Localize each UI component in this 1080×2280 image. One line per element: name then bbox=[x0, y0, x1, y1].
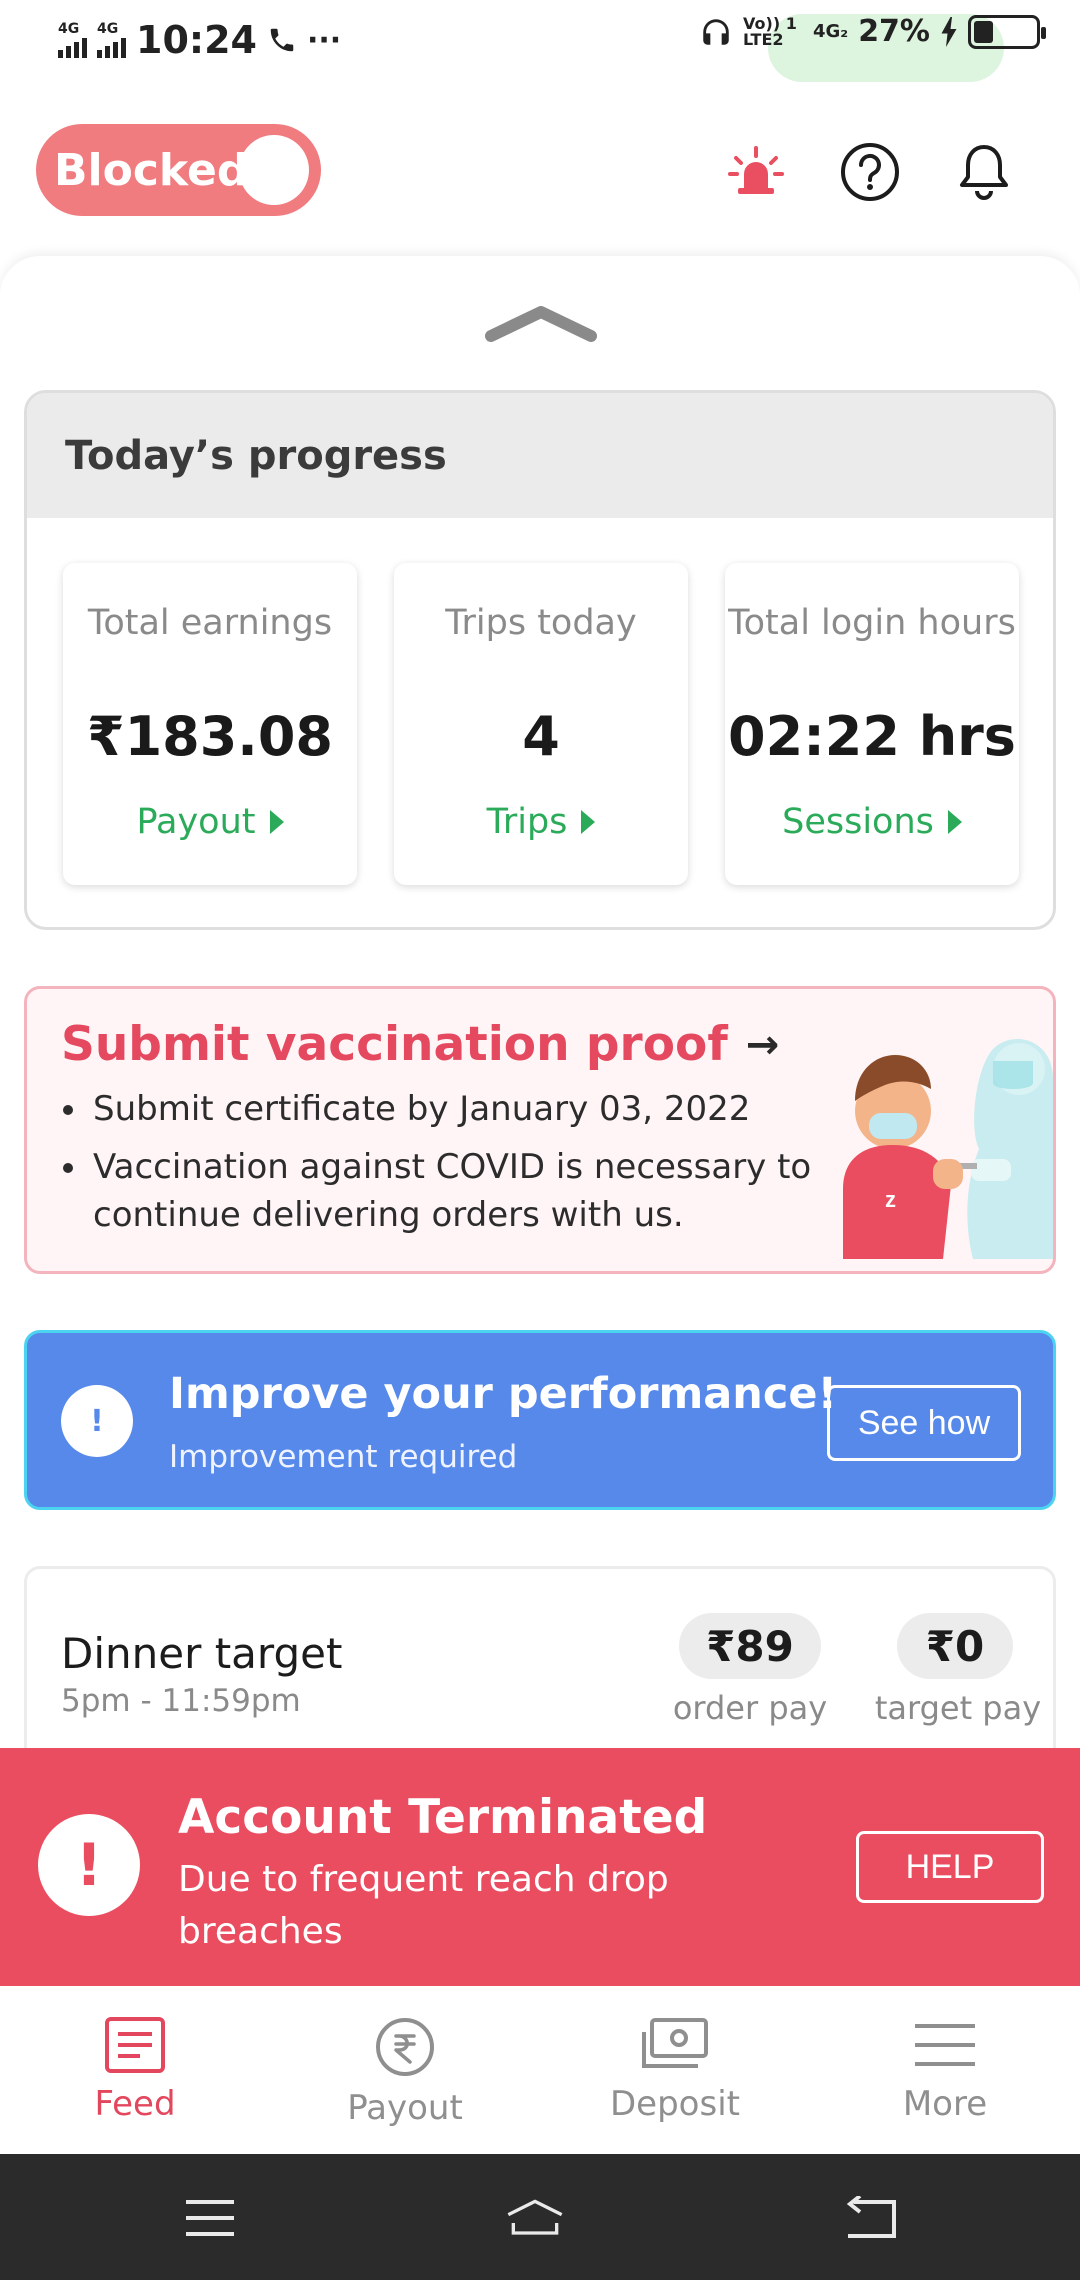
bell-icon[interactable] bbox=[948, 136, 1020, 208]
todays-progress-card: Today’s progress Total earnings ₹183.08 … bbox=[24, 390, 1056, 930]
terminated-message: Due to frequent reach drop breaches bbox=[178, 1859, 669, 1952]
stat-value: 4 bbox=[522, 705, 560, 768]
status-left: 4G 4G 10:24 ··· bbox=[58, 18, 341, 62]
account-terminated-banner: ! Account Terminated Due to frequent rea… bbox=[0, 1748, 1080, 1986]
nav-item-payout[interactable]: Payout bbox=[270, 1986, 540, 2154]
vaccination-title[interactable]: Submit vaccination proof → bbox=[61, 1017, 779, 1072]
target-pay-label: target pay bbox=[874, 1689, 1042, 1727]
nav-label: Feed bbox=[94, 2084, 176, 2124]
stat-label: Trips today bbox=[445, 603, 637, 643]
volte-indicator: Vo)) 1 LTE2 bbox=[743, 13, 797, 49]
progress-title: Today’s progress bbox=[27, 393, 1053, 518]
play-arrow-icon bbox=[947, 810, 962, 834]
trips-link[interactable]: Trips bbox=[394, 802, 688, 842]
see-how-button[interactable]: See how bbox=[827, 1385, 1021, 1461]
list-item: Vaccination against COVID is necessary t… bbox=[61, 1143, 861, 1239]
nav-label: More bbox=[902, 2084, 988, 2124]
terminated-title: Account Terminated bbox=[178, 1790, 708, 1845]
vaccination-illustration: z bbox=[843, 1039, 1053, 1259]
headphones-icon bbox=[703, 18, 729, 45]
back-icon[interactable] bbox=[840, 2188, 900, 2248]
sim2-network: 4G₂ bbox=[813, 21, 849, 42]
performance-title: Improve your performance! bbox=[169, 1369, 838, 1419]
recents-menu-icon[interactable] bbox=[180, 2188, 240, 2248]
target-pay-value: ₹0 bbox=[897, 1613, 1013, 1679]
nav-label: Deposit bbox=[610, 2084, 740, 2124]
cash-icon bbox=[642, 2018, 708, 2068]
status-right: Vo)) 1 LTE2 4G₂ 27% bbox=[699, 13, 1046, 49]
more-status-indicator: ··· bbox=[306, 22, 342, 58]
nav-item-more[interactable]: More bbox=[810, 1986, 1080, 2154]
info-exclamation-icon: ! bbox=[61, 1385, 133, 1457]
signal-bars-icon bbox=[58, 36, 87, 58]
payout-link[interactable]: Payout bbox=[63, 802, 357, 842]
phone-icon bbox=[270, 28, 294, 52]
signal-bars-icon bbox=[97, 36, 126, 58]
signal-sim2: 4G bbox=[97, 22, 126, 58]
dinner-target-card[interactable]: Dinner target 5pm - 11:59pm ₹89 order pa… bbox=[24, 1566, 1056, 1766]
feed-icon bbox=[105, 2017, 165, 2073]
help-icon[interactable] bbox=[834, 136, 906, 208]
sheet-handle-chevron-icon[interactable] bbox=[485, 302, 597, 342]
alert-exclamation-icon: ! bbox=[38, 1814, 140, 1916]
target-time: 5pm - 11:59pm bbox=[61, 1683, 301, 1719]
stat-label: Total login hours bbox=[728, 603, 1016, 643]
signal-sim1: 4G bbox=[58, 22, 87, 58]
nav-label: Payout bbox=[347, 2088, 463, 2128]
battery-percent: 27% bbox=[858, 14, 930, 49]
menu-icon bbox=[915, 2024, 975, 2066]
nav-item-feed[interactable]: Feed bbox=[0, 1986, 270, 2154]
stat-login-hours: Total login hours 02:22 hrs Sessions bbox=[725, 563, 1019, 885]
order-pay-value: ₹89 bbox=[679, 1613, 821, 1679]
vaccination-points: Submit certificate by January 03, 2022 V… bbox=[61, 1085, 861, 1249]
stat-label: Total earnings bbox=[87, 603, 333, 643]
stat-value: 02:22 hrs bbox=[728, 705, 1016, 768]
svg-text:z: z bbox=[885, 1187, 896, 1212]
availability-toggle[interactable]: Blocked bbox=[36, 124, 321, 216]
stat-total-earnings: Total earnings ₹183.08 Payout bbox=[63, 563, 357, 885]
system-nav-bar bbox=[0, 2154, 1080, 2280]
vaccination-proof-card[interactable]: Submit vaccination proof → Submit certif… bbox=[24, 986, 1056, 1274]
status-time: 10:24 bbox=[136, 18, 257, 62]
performance-subtitle: Improvement required bbox=[169, 1439, 518, 1475]
order-pay-label: order pay bbox=[672, 1689, 828, 1727]
battery-icon bbox=[968, 14, 1046, 49]
status-bar: 4G 4G 10:24 ··· Vo)) 1 LTE2 4G₂ 27% bbox=[0, 0, 1080, 84]
charging-icon bbox=[941, 16, 957, 47]
improve-performance-card: ! Improve your performance! Improvement … bbox=[24, 1330, 1056, 1510]
siren-icon[interactable] bbox=[720, 136, 792, 208]
rupee-icon bbox=[376, 2018, 434, 2076]
stat-trips-today: Trips today 4 Trips bbox=[394, 563, 688, 885]
toggle-knob[interactable] bbox=[239, 135, 309, 205]
play-arrow-icon bbox=[269, 810, 284, 834]
app-header: Blocked bbox=[0, 84, 1080, 254]
nav-item-deposit[interactable]: Deposit bbox=[540, 1986, 810, 2154]
bottom-nav: Feed Payout Deposit More bbox=[0, 1986, 1080, 2154]
stat-value: ₹183.08 bbox=[87, 705, 333, 768]
list-item: Submit certificate by January 03, 2022 bbox=[61, 1085, 861, 1133]
help-button[interactable]: HELP bbox=[856, 1831, 1044, 1903]
arrow-right-icon: → bbox=[745, 1021, 780, 1068]
toggle-label: Blocked bbox=[54, 144, 249, 196]
target-title: Dinner target bbox=[61, 1629, 343, 1678]
sessions-link[interactable]: Sessions bbox=[725, 802, 1019, 842]
play-arrow-icon bbox=[581, 810, 596, 834]
home-icon[interactable] bbox=[505, 2188, 565, 2248]
